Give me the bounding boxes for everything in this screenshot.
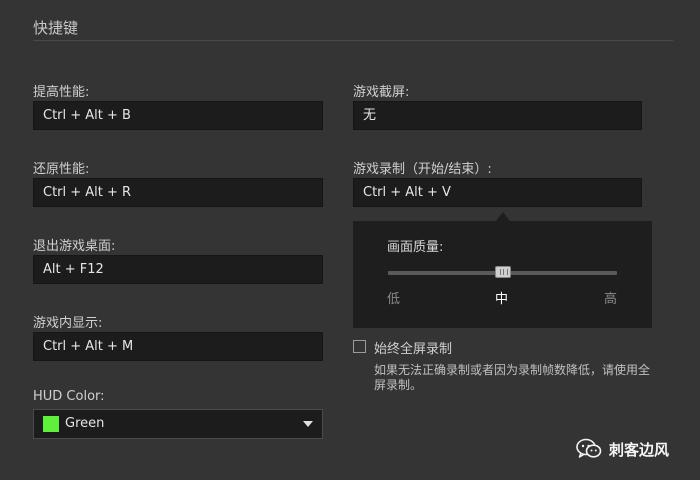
hud-color-label: HUD Color: (33, 389, 105, 404)
screenshot-hotkey-field[interactable]: 无 (353, 101, 642, 130)
hud-color-dropdown[interactable]: Green (33, 409, 323, 439)
quality-level-low[interactable]: 低 (387, 288, 400, 307)
section-title: 快捷键 (33, 19, 79, 37)
quality-title: 画面质量: (387, 240, 444, 255)
boost-performance-hotkey-field[interactable]: Ctrl + Alt + B (33, 101, 323, 130)
color-swatch (43, 416, 59, 432)
fullscreen-record-hint: 如果无法正确录制或者因为录制帧数降低，请使用全屏录制。 (374, 363, 651, 392)
chevron-down-icon (303, 421, 313, 427)
in-game-display-label: 游戏内显示: (33, 316, 103, 331)
quality-slider-thumb[interactable] (494, 266, 511, 278)
wechat-icon (576, 438, 602, 458)
exit-game-desktop-hotkey-field[interactable]: Alt + F12 (33, 255, 323, 284)
watermark-text: 刺客边风 (609, 441, 670, 459)
exit-game-desktop-label: 退出游戏桌面: (33, 239, 116, 254)
quality-level-high[interactable]: 高 (604, 288, 617, 307)
quality-level-medium[interactable]: 中 (495, 288, 508, 307)
screenshot-label: 游戏截屏: (353, 85, 410, 100)
restore-performance-label: 还原性能: (33, 162, 90, 177)
fullscreen-record-checkbox[interactable] (353, 340, 366, 353)
boost-performance-label: 提高性能: (33, 85, 90, 100)
quality-popup: 画面质量: 低 中 高 (353, 221, 652, 328)
fullscreen-record-label[interactable]: 始终全屏录制 (374, 338, 452, 357)
section-divider (33, 40, 673, 41)
in-game-display-hotkey-field[interactable]: Ctrl + Alt + M (33, 332, 323, 361)
restore-performance-hotkey-field[interactable]: Ctrl + Alt + R (33, 178, 323, 207)
recording-label: 游戏录制（开始/结束）: (353, 162, 492, 177)
recording-hotkey-field[interactable]: Ctrl + Alt + V (353, 178, 642, 207)
popup-pointer (496, 212, 510, 221)
hud-color-selected-value: Green (65, 416, 105, 431)
quality-slider-track[interactable] (388, 266, 617, 278)
